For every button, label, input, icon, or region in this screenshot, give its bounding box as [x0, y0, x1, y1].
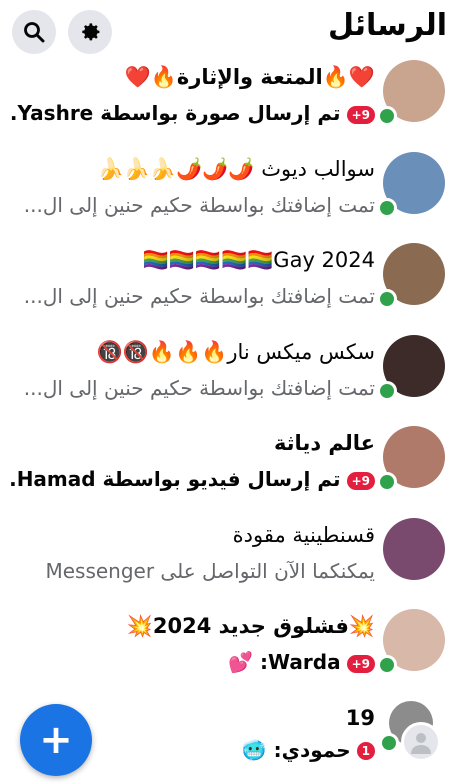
snippet-text: حمودي: 🥶: [242, 738, 351, 762]
unread-badge: 9+: [347, 106, 375, 124]
online-indicator: [377, 289, 397, 309]
conversation-row[interactable]: عالم دياثة 9+ تم إرسال فيديو بواسطة Hamad…: [0, 418, 461, 510]
avatar[interactable]: [383, 518, 445, 580]
snippet-text: تم إرسال صورة بواسطة Yashre.: [10, 101, 341, 125]
snippet-text: تم إرسال فيديو بواسطة Hamad...: [10, 467, 341, 491]
conversation-snippet: 9+ Warda: 💕: [10, 647, 375, 677]
unread-badge: 1: [357, 742, 375, 760]
conversation-snippet: تمت إضافتك بواسطة حكيم حنين إلى ال...: [10, 190, 375, 220]
online-indicator: [377, 655, 397, 675]
conversation-row[interactable]: سكس ميكس نار🔥🔥🔥🔞🔞 تمت إضافتك بواسطة حكيم…: [0, 327, 461, 419]
conversation-name: سكس ميكس نار🔥🔥🔥🔞🔞: [10, 337, 375, 367]
unread-badge: 9+: [347, 472, 375, 490]
conversation-snippet: تمت إضافتك بواسطة حكيم حنين إلى ال...: [10, 281, 375, 311]
conversation-name: 💥فشلوق جديد 2024💥: [10, 611, 375, 641]
person-icon: [409, 730, 433, 754]
conversation-name: سوالب ديوث 🌶️🌶️🌶️🍌🍌🍌: [10, 154, 375, 184]
unread-badge: 9+: [347, 655, 375, 673]
gear-icon: [78, 20, 102, 44]
plus-icon: +: [39, 720, 73, 760]
online-indicator: [377, 106, 397, 126]
online-indicator: [377, 472, 397, 492]
new-message-button[interactable]: +: [20, 704, 92, 776]
conversation-name: Gay 2024🏳️‍🌈🏳️‍🌈🏳️‍🌈🏳️‍🌈🏳️‍🌈: [10, 245, 375, 275]
conversation-snippet: 9+ تم إرسال فيديو بواسطة Hamad...: [10, 464, 375, 494]
online-indicator: [377, 381, 397, 401]
page-title: الرسائل: [328, 8, 447, 43]
online-indicator: [379, 733, 399, 753]
conversation-name: ❤️🔥المتعة والإثارة🔥❤️: [10, 62, 375, 92]
settings-button[interactable]: [68, 10, 112, 54]
conversation-row[interactable]: قسنطينية مقودة يمكنكما الآن التواصل على …: [0, 510, 461, 602]
conversation-snippet: تمت إضافتك بواسطة حكيم حنين إلى ال...: [10, 373, 375, 403]
conversation-list: ❤️🔥المتعة والإثارة🔥❤️ 9+ تم إرسال صورة بو…: [0, 52, 461, 784]
search-button[interactable]: [12, 10, 56, 54]
conversation-row[interactable]: ❤️🔥المتعة والإثارة🔥❤️ 9+ تم إرسال صورة بو…: [0, 52, 461, 144]
online-indicator: [377, 198, 397, 218]
conversation-row[interactable]: Gay 2024🏳️‍🌈🏳️‍🌈🏳️‍🌈🏳️‍🌈🏳️‍🌈 تمت إضافتك …: [0, 235, 461, 327]
conversation-snippet: يمكنكما الآن التواصل على Messenger: [10, 556, 375, 586]
conversation-snippet: 9+ تم إرسال صورة بواسطة Yashre.: [10, 98, 375, 128]
snippet-text: Warda: 💕: [228, 650, 340, 674]
conversation-name: عالم دياثة: [10, 428, 375, 458]
profile-avatar[interactable]: [401, 722, 441, 762]
conversation-row[interactable]: سوالب ديوث 🌶️🌶️🌶️🍌🍌🍌 تمت إضافتك بواسطة ح…: [0, 144, 461, 236]
conversation-row[interactable]: 💥فشلوق جديد 2024💥 9+ Warda: 💕: [0, 601, 461, 693]
conversation-name: قسنطينية مقودة: [10, 520, 375, 550]
search-icon: [22, 20, 46, 44]
